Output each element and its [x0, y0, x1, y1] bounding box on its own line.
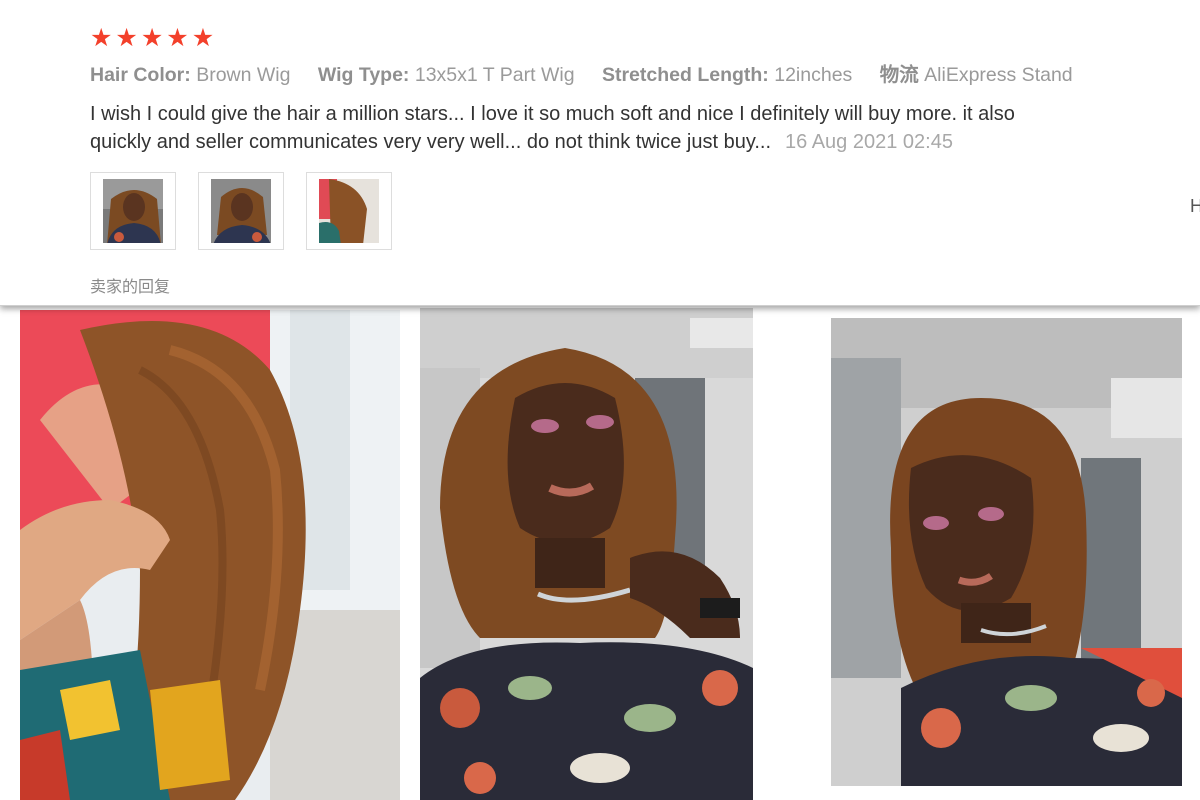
review-photo-model-tilt[interactable] — [831, 318, 1182, 786]
review-text-line-2: quickly and seller communicates very ver… — [90, 131, 772, 153]
review-date: 16 Aug 2021 02:45 — [785, 131, 953, 153]
attr-key: Stretched Length: — [601, 64, 769, 86]
review-text-line: quickly and seller communicates very ver… — [90, 128, 1200, 156]
attr-value: 12inches — [774, 64, 853, 86]
review-thumbnail[interactable] — [90, 172, 176, 250]
review-text-line: I wish I could give the hair a million s… — [90, 103, 1015, 125]
photo-wig-closeup-image — [20, 310, 400, 800]
thumbnail-image — [211, 179, 271, 243]
review-thumbnail[interactable] — [198, 172, 284, 250]
seller-reply-link[interactable]: 卖家的回复 — [90, 273, 170, 297]
star-icon: ★ — [166, 23, 189, 52]
photo-model-tilt-image — [831, 318, 1182, 786]
review-thumbnail[interactable] — [306, 172, 392, 250]
thumbnail-image — [103, 179, 163, 243]
star-rating: ★ ★ ★ ★ ★ — [90, 24, 214, 52]
star-icon: ★ — [90, 23, 113, 52]
truncated-label: H — [1190, 196, 1200, 216]
thumbnail-image — [319, 179, 379, 243]
star-icon: ★ — [115, 23, 138, 52]
attr-key: Wig Type: — [317, 64, 410, 86]
attr-key: 物流 — [879, 64, 919, 86]
star-icon: ★ — [140, 23, 164, 52]
review-photo-gallery — [0, 306, 1200, 800]
product-attributes: Hair Color: Brown Wig Wig Type: 13x5x1 T… — [90, 60, 1200, 90]
attr-hair-color: Hair Color: Brown Wig — [90, 64, 290, 86]
attr-value: Brown Wig — [196, 64, 291, 86]
star-icon: ★ — [191, 23, 215, 52]
review-thumbnails — [90, 172, 392, 250]
review-photo-wig-closeup[interactable] — [20, 310, 400, 800]
review-photo-model-front[interactable] — [420, 308, 753, 800]
attr-logistics: 物流 AliExpress Stand — [880, 64, 1073, 86]
review-text: I wish I could give the hair a million s… — [90, 100, 1200, 156]
attr-key: Hair Color: — [90, 64, 191, 86]
photo-model-front-image — [420, 308, 753, 800]
attr-value: AliExpress Stand — [924, 64, 1073, 86]
attr-value: 13x5x1 T Part Wig — [414, 64, 575, 86]
attr-stretched-length: Stretched Length: 12inches — [602, 64, 852, 86]
review-card: ★ ★ ★ ★ ★ Hair Color: Brown Wig Wig Type… — [0, 0, 1200, 306]
attr-wig-type: Wig Type: 13x5x1 T Part Wig — [318, 64, 575, 86]
